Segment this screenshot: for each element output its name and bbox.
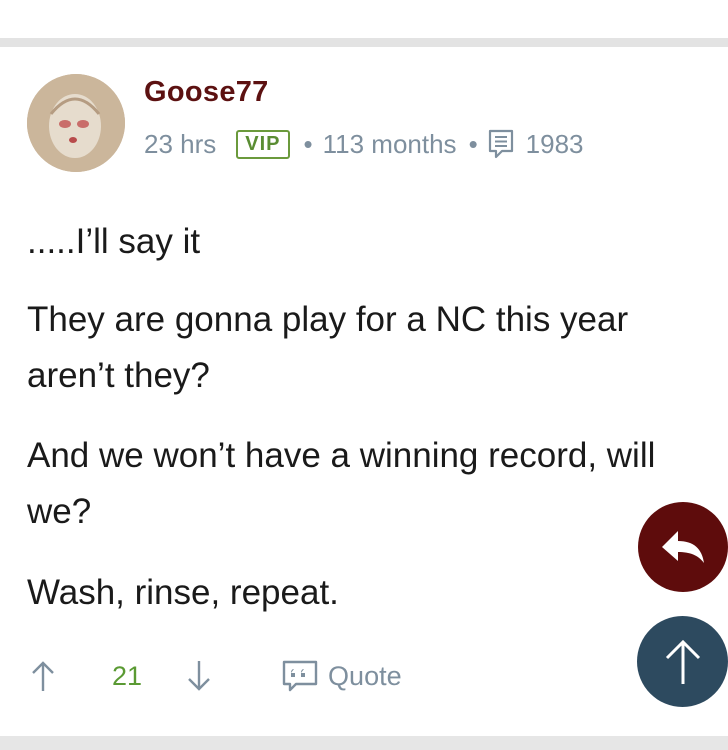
post-actions: 21 Quote — [30, 650, 402, 702]
post-divider-top — [0, 38, 728, 47]
username[interactable]: Goose77 — [144, 76, 269, 109]
post-time: 23 hrs — [144, 128, 217, 159]
arrow-up-icon[interactable] — [30, 659, 56, 693]
user-avatar[interactable] — [27, 74, 125, 172]
quote-label: Quote — [328, 660, 402, 691]
quote-icon — [282, 660, 318, 692]
reply-icon — [662, 531, 704, 563]
meta-separator: • — [468, 128, 478, 159]
post-paragraph: .....I’ll say it — [27, 222, 201, 261]
posts-icon — [488, 129, 513, 159]
post-paragraph: And we won’t have a winning record, will… — [27, 436, 656, 531]
post-divider-bottom — [0, 736, 728, 750]
scroll-to-top-button[interactable] — [637, 616, 728, 707]
top-strip — [0, 0, 728, 38]
reply-button[interactable] — [638, 502, 728, 592]
arrow-down-icon[interactable] — [186, 659, 212, 693]
arrow-up-icon — [665, 639, 700, 684]
quote-button[interactable]: Quote — [282, 660, 402, 692]
avatar-image — [27, 74, 125, 172]
post-count: 1983 — [525, 128, 584, 159]
vip-badge: VIP — [236, 129, 290, 159]
post-paragraph: Wash, rinse, repeat. — [27, 573, 339, 612]
vote-score: 21 — [112, 660, 143, 691]
post-meta: 23 hrs VIP • 113 months • 1983 — [144, 124, 584, 164]
meta-separator: • — [303, 128, 313, 159]
post-paragraph: They are gonna play for a NC this year a… — [27, 300, 629, 395]
membership-duration: 113 months — [322, 128, 457, 159]
